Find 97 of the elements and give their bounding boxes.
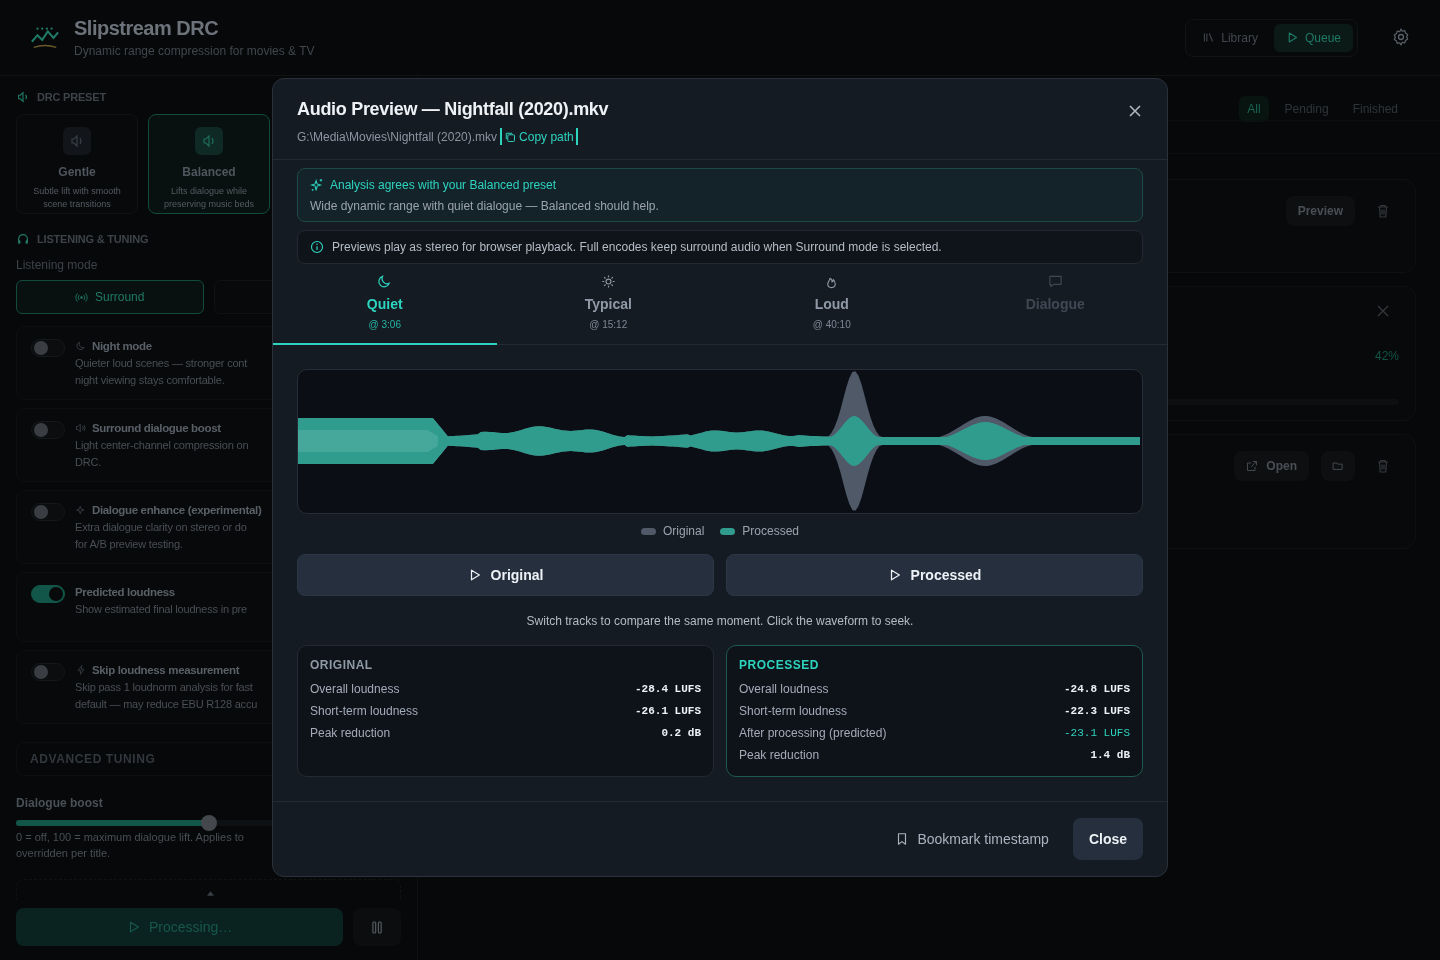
trash-icon[interactable]	[1375, 203, 1391, 219]
toggle-switch[interactable]	[31, 339, 65, 357]
preset-card[interactable]: Gentle Subtle lift with smooth scene transitions	[16, 114, 138, 214]
speaker-icon	[195, 127, 223, 155]
setting-description: Extra dialogue clarity on stereo or do	[75, 520, 248, 535]
caret-icon	[207, 891, 214, 897]
stat-label: Peak reduction	[739, 748, 820, 762]
speaker-icon	[63, 127, 91, 155]
toggle-switch[interactable]	[31, 663, 65, 682]
stat-value: -24.8 LUFS	[1064, 683, 1130, 695]
toggle-switch[interactable]	[31, 585, 65, 603]
toggle-switch[interactable]	[31, 503, 65, 521]
copy-path-link[interactable]: Copy path	[500, 128, 578, 145]
stat-label: After processing (predicted)	[739, 726, 887, 740]
external-link-icon	[1246, 460, 1259, 472]
filter-tab[interactable]: All	[1239, 96, 1269, 122]
setting-title: Dialogue enhance (experimental)	[92, 504, 262, 516]
trash-icon[interactable]	[1375, 458, 1391, 474]
bookmark-button[interactable]: Bookmark timestamp	[895, 831, 1049, 847]
toggle-switch[interactable]	[31, 421, 65, 439]
stat-value: -26.1 LUFS	[635, 705, 701, 717]
stat-value: -22.3 LUFS	[1064, 705, 1130, 717]
hint-text: Switch tracks to compare the same moment. Click the waveform to seek.	[525, 614, 915, 628]
library-icon	[1202, 31, 1216, 44]
moon-icon	[377, 274, 393, 289]
scene-tab[interactable]: Loud @ 40:10	[720, 270, 944, 345]
waveform[interactable]	[298, 370, 1142, 513]
stats-heading: ORIGINAL	[310, 658, 374, 672]
speaker-icon	[16, 90, 30, 104]
mode-option[interactable]: Surround	[16, 280, 204, 314]
setting-title: Predicted loudness	[75, 586, 175, 598]
setting-description: night viewing stays comfortable.	[75, 373, 226, 388]
folder-icon	[1332, 460, 1344, 472]
setting-description: Quieter loud scenes — stronger cont	[75, 356, 248, 371]
preview-button[interactable]: Preview	[1285, 196, 1355, 226]
legend-label: Processed	[742, 524, 800, 538]
setting-title: Surround dialogue boost	[92, 422, 221, 434]
stat-value: 1.4 dB	[1090, 749, 1130, 761]
stat-value: -23.1 LUFS	[1064, 727, 1130, 739]
stat-value: -28.4 LUFS	[635, 683, 701, 695]
scene-tab[interactable]: Typical @ 15:12	[496, 270, 720, 345]
stat-value: 0.2 dB	[661, 727, 701, 739]
info-icon	[310, 240, 324, 254]
close-icon[interactable]	[1375, 303, 1391, 319]
open-button[interactable]: Open	[1234, 451, 1309, 481]
slider-thumb[interactable]	[200, 815, 217, 832]
play-button[interactable]: Processed	[726, 554, 1143, 596]
moon-icon	[75, 340, 87, 352]
app-subtitle: Dynamic range compression for movies & TV	[74, 44, 315, 58]
file-path: G:\Media\Movies\Nightfall (2020).mkv	[297, 129, 498, 144]
sparkle-icon	[310, 178, 324, 192]
folder-button[interactable]	[1321, 451, 1355, 481]
preset-card[interactable]: Balanced Lifts dialogue while preserving music beds	[148, 114, 270, 214]
setting-description: DRC.	[75, 455, 103, 470]
analysis-title: Analysis agrees with your Balanced preset	[330, 178, 557, 192]
legend-label: Original	[662, 524, 705, 538]
sparkle-icon	[75, 504, 87, 516]
setting-description: default — may reduce EBU R128 accu	[75, 697, 258, 713]
stat-label: Short-term loudness	[739, 704, 848, 718]
section-heading: LISTENING & TUNING	[37, 233, 149, 245]
close-button[interactable]	[1127, 103, 1143, 119]
sun-icon	[600, 274, 616, 289]
analysis-text: Wide dynamic range with quiet dialogue — Balanced should help.	[310, 199, 660, 213]
broadcast-icon	[75, 290, 89, 304]
slider-description: overridden per title.	[16, 846, 112, 862]
setting-description: Light center-channel compression on	[75, 438, 249, 453]
progress-percent: 42%	[1373, 349, 1399, 363]
setting-title: Skip loudness measurement	[92, 664, 240, 677]
stat-label: Overall loudness	[310, 682, 400, 696]
play-icon	[127, 920, 141, 934]
field-label: Listening mode	[16, 258, 99, 272]
setting-description: for A/B preview testing.	[75, 537, 184, 552]
copy-icon	[504, 130, 517, 143]
setting-description: Show estimated final loudness in pre	[75, 602, 247, 617]
speech-bubble-icon	[1047, 274, 1063, 289]
pause-icon	[371, 920, 383, 934]
headphones-icon	[16, 232, 30, 246]
info-text: Previews play as stereo for browser playback. Full encodes keep surround audio when Surround mode is selected.	[332, 240, 942, 254]
stats-heading: PROCESSED	[739, 658, 820, 672]
setting-description: Skip pass 1 loudnorm analysis for fast	[75, 680, 254, 696]
stat-label: Peak reduction	[310, 726, 391, 740]
play-button[interactable]: Original	[297, 554, 714, 596]
section-heading: DRC PRESET	[37, 91, 106, 103]
close-button[interactable]: Close	[1072, 818, 1143, 860]
lightning-icon	[75, 664, 87, 677]
nav-tab[interactable]: Queue	[1273, 23, 1353, 52]
slider-label: Dialogue boost	[16, 796, 104, 811]
setting-title: Night mode	[92, 340, 152, 352]
speaker-icon	[75, 422, 87, 434]
app-title: Slipstream DRC	[74, 17, 220, 40]
slider-description: 0 = off, 100 = maximum dialogue lift. Applies to	[16, 830, 245, 846]
pause-button[interactable]	[353, 908, 401, 946]
stat-label: Overall loudness	[739, 682, 829, 696]
dialog-title: Audio Preview — Nightfall (2020).mkv	[297, 99, 609, 120]
scene-tab[interactable]: Quiet @ 3:06	[273, 270, 497, 345]
nav-tab[interactable]: Library	[1190, 23, 1270, 52]
stat-label: Short-term loudness	[310, 704, 419, 718]
